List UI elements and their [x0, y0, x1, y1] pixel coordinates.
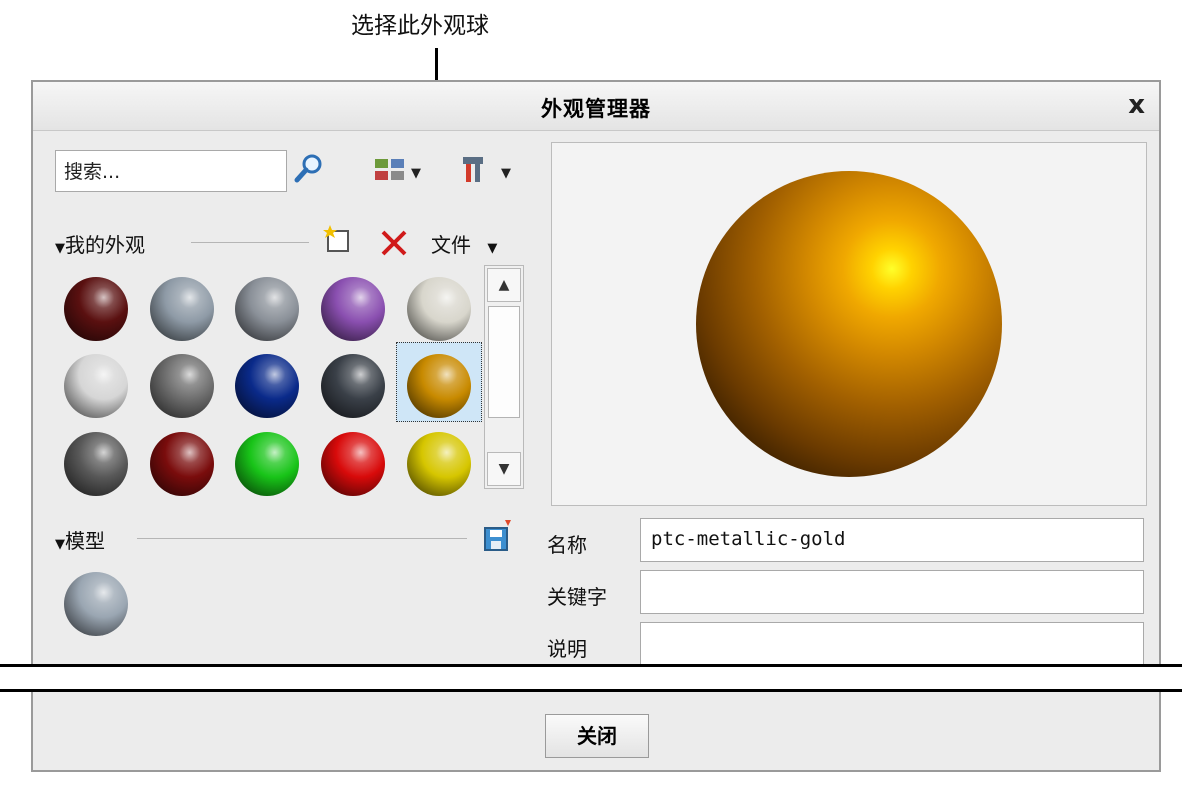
appearance-preview	[551, 142, 1147, 506]
file-menu-label: 文件	[431, 233, 471, 257]
file-menu[interactable]: 文件 ▼	[431, 229, 497, 258]
view-options-dropdown-icon[interactable]: ▼	[411, 166, 421, 181]
section-divider	[191, 242, 309, 243]
appearance-sphere-maroon[interactable]	[150, 432, 214, 496]
close-button[interactable]: 关闭	[545, 714, 649, 758]
model-label: 模型	[65, 529, 105, 553]
appearance-sphere-off-white[interactable]	[407, 277, 471, 341]
dialog-title: 外观管理器	[541, 97, 651, 121]
collapse-icon: ▼	[55, 537, 65, 552]
model-header[interactable]: ▼模型	[55, 525, 105, 554]
preview-sphere	[696, 171, 1002, 477]
tools-dropdown-icon[interactable]: ▼	[501, 166, 511, 181]
model-appearance-sphere[interactable]	[64, 572, 128, 636]
appearance-sphere-grey-metal[interactable]	[235, 277, 299, 341]
tools-icon[interactable]	[457, 152, 491, 190]
close-icon[interactable]: x	[1128, 90, 1145, 120]
description-label: 说明	[547, 637, 587, 661]
appearance-sphere-metallic-gold[interactable]	[407, 354, 471, 418]
keyword-field[interactable]	[640, 570, 1144, 614]
new-appearance-icon[interactable]	[323, 224, 355, 258]
appearance-sphere-dark-red-texture[interactable]	[64, 277, 128, 341]
palette-scrollbar[interactable]: ▲ ▼	[484, 265, 524, 489]
collapse-icon: ▼	[55, 241, 65, 256]
appearance-sphere-dark-slate-texture[interactable]	[321, 354, 385, 418]
title-bar: 外观管理器 x	[33, 82, 1159, 131]
appearance-sphere-steel-blue-grey[interactable]	[150, 277, 214, 341]
delete-icon[interactable]	[379, 228, 409, 262]
section-divider	[137, 538, 467, 539]
my-appearances-label: 我的外观	[65, 233, 145, 257]
search-input[interactable]: 搜索...	[55, 150, 287, 192]
scroll-down-button[interactable]: ▼	[487, 452, 521, 486]
appearance-sphere-red[interactable]	[321, 432, 385, 496]
search-icon[interactable]	[291, 150, 327, 190]
view-options-icon[interactable]	[373, 156, 409, 188]
appearance-sphere-light-grey[interactable]	[64, 354, 128, 418]
name-field[interactable]: ptc-metallic-gold	[640, 518, 1144, 562]
annotation-label: 选择此外观球	[351, 13, 489, 39]
save-model-appearance-icon[interactable]	[481, 520, 515, 558]
scroll-thumb[interactable]	[488, 306, 520, 418]
appearance-sphere-dark-grey[interactable]	[150, 354, 214, 418]
figure-break-band	[0, 664, 1182, 692]
my-appearances-header[interactable]: ▼我的外观	[55, 229, 145, 258]
file-dropdown-icon: ▼	[487, 241, 498, 256]
appearance-sphere-yellow[interactable]	[407, 432, 471, 496]
appearance-sphere-dark-blue[interactable]	[235, 354, 299, 418]
keyword-label: 关键字	[547, 585, 607, 609]
name-label: 名称	[547, 533, 587, 557]
description-field[interactable]	[640, 622, 1144, 666]
appearance-sphere-green[interactable]	[235, 432, 299, 496]
appearance-sphere-charcoal[interactable]	[64, 432, 128, 496]
appearance-sphere-purple[interactable]	[321, 277, 385, 341]
scroll-up-button[interactable]: ▲	[487, 268, 521, 302]
